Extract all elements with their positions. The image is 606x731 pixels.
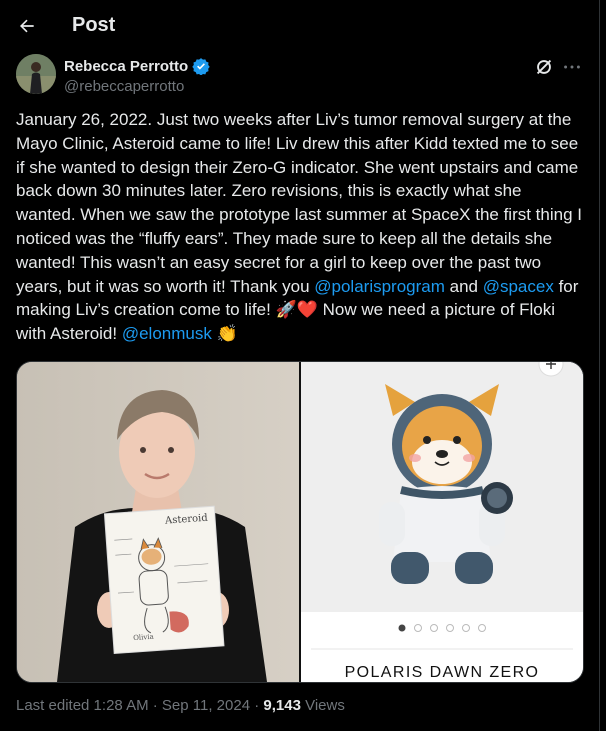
- grok-icon: [536, 59, 552, 75]
- post-text-part: 👏: [211, 324, 238, 344]
- mention-link[interactable]: @polarisprogram: [314, 277, 445, 296]
- photo-plush-product[interactable]: POLARIS DAWN ZERO: [301, 362, 583, 682]
- post-metadata: Last edited 1:28 AM · Sep 11, 2024 · 9,1…: [16, 697, 345, 714]
- drawing-signature: Olivia: [133, 633, 154, 642]
- views-count: 9,143: [263, 697, 301, 714]
- avatar-image: [16, 54, 56, 94]
- mention-link[interactable]: @elonmusk: [122, 324, 212, 343]
- post-page: Post Rebecca Perrotto @rebeccaperrotto J…: [0, 0, 600, 731]
- post-text: January 26, 2022. Just two weeks after L…: [16, 108, 584, 346]
- back-button[interactable]: [14, 13, 40, 39]
- plush-illustration: POLARIS DAWN ZERO: [301, 362, 583, 682]
- verified-badge-icon: [192, 58, 210, 75]
- media-grid: Asteroid Olivia POLARIS DAWN ZERO: [16, 361, 584, 683]
- grok-button[interactable]: [533, 56, 557, 80]
- author-handle[interactable]: @rebeccaperrotto: [64, 78, 184, 95]
- author-name-text: Rebecca Perrotto: [64, 57, 189, 75]
- post-text-part: January 26, 2022. Just two weeks after L…: [16, 110, 582, 296]
- more-options-button[interactable]: [561, 56, 585, 80]
- author-name[interactable]: Rebecca Perrotto: [64, 57, 210, 75]
- edited-timestamp[interactable]: Last edited 1:28 AM · Sep 11, 2024 ·: [16, 697, 263, 714]
- views-label: Views: [300, 697, 345, 714]
- arrow-left-icon: [20, 19, 34, 33]
- photo-boy-with-drawing[interactable]: Asteroid Olivia: [17, 362, 299, 682]
- top-bar: Post: [0, 0, 599, 53]
- product-caption: POLARIS DAWN ZERO: [345, 664, 540, 681]
- photo-illustration: Asteroid Olivia: [17, 362, 299, 682]
- more-horizontal-icon: [564, 65, 580, 69]
- page-title: Post: [72, 14, 116, 36]
- post-text-part: and: [444, 276, 483, 296]
- avatar[interactable]: [16, 54, 56, 94]
- mention-link[interactable]: @spacex: [483, 277, 554, 296]
